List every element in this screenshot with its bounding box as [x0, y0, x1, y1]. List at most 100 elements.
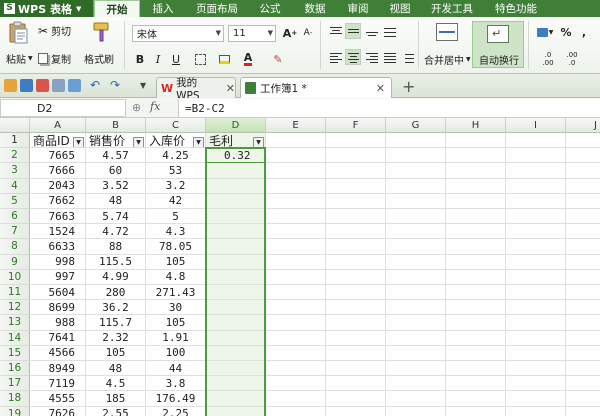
- column-header-i[interactable]: I: [506, 118, 566, 133]
- table-cell[interactable]: 4.25: [146, 148, 206, 164]
- empty-cell[interactable]: [446, 209, 506, 225]
- paste-icon[interactable]: [6, 21, 30, 45]
- table-cell[interactable]: 78.05: [146, 239, 206, 255]
- empty-cell[interactable]: [386, 254, 446, 270]
- filter-dropdown-icon[interactable]: ▼: [133, 137, 144, 148]
- header-cell[interactable]: 商品ID ▼: [30, 133, 86, 149]
- empty-cell[interactable]: [446, 300, 506, 316]
- table-cell[interactable]: 7626: [30, 406, 86, 416]
- empty-cell[interactable]: [326, 391, 386, 407]
- table-cell[interactable]: [206, 406, 266, 416]
- empty-cell[interactable]: [326, 315, 386, 331]
- format-painter-button[interactable]: 格式刷: [84, 51, 114, 66]
- header-cell[interactable]: 销售价 ▼: [86, 133, 146, 149]
- table-cell[interactable]: 7663: [30, 209, 86, 225]
- empty-cell[interactable]: [386, 178, 446, 194]
- empty-cell[interactable]: [266, 209, 326, 225]
- redo-icon[interactable]: ↷: [110, 79, 124, 92]
- table-cell[interactable]: [206, 178, 266, 194]
- font-shrink-button[interactable]: A-: [300, 25, 316, 41]
- table-cell[interactable]: 100: [146, 345, 206, 361]
- empty-cell[interactable]: [566, 239, 600, 255]
- empty-cell[interactable]: [266, 163, 326, 179]
- tab-menu-3[interactable]: 公式: [248, 0, 292, 17]
- empty-cell[interactable]: [566, 315, 600, 331]
- align-bottom-icon[interactable]: [364, 24, 380, 40]
- empty-cell[interactable]: [446, 406, 506, 416]
- orientation-icon[interactable]: [382, 24, 398, 40]
- empty-cell[interactable]: [386, 239, 446, 255]
- empty-cell[interactable]: [266, 269, 326, 285]
- underline-button[interactable]: U: [168, 51, 184, 67]
- empty-cell[interactable]: [566, 209, 600, 225]
- empty-cell[interactable]: [566, 194, 600, 209]
- row-header[interactable]: 3: [0, 163, 30, 179]
- row-header[interactable]: 15: [0, 345, 30, 361]
- empty-cell[interactable]: [386, 163, 446, 179]
- empty-cell[interactable]: [326, 376, 386, 392]
- table-cell[interactable]: 30: [146, 300, 206, 316]
- table-cell[interactable]: 42: [146, 193, 206, 209]
- table-cell[interactable]: 2.55: [86, 406, 146, 416]
- row-header[interactable]: 8: [0, 239, 30, 255]
- empty-cell[interactable]: [566, 133, 600, 149]
- table-cell[interactable]: 8699: [30, 300, 86, 316]
- row-header[interactable]: 9: [0, 254, 30, 270]
- border-icon[interactable]: [192, 51, 208, 67]
- decrease-decimal-button[interactable]: .00 .0: [562, 49, 582, 69]
- empty-cell[interactable]: [566, 255, 600, 270]
- empty-cell[interactable]: [266, 285, 326, 301]
- table-cell[interactable]: [206, 361, 266, 377]
- filter-dropdown-icon[interactable]: ▼: [193, 137, 204, 148]
- table-cell[interactable]: 2.32: [86, 330, 146, 346]
- empty-cell[interactable]: [446, 315, 506, 331]
- table-cell[interactable]: 988: [30, 315, 86, 331]
- indent-icon[interactable]: [400, 50, 416, 66]
- empty-cell[interactable]: [386, 406, 446, 416]
- empty-cell[interactable]: [326, 285, 386, 301]
- empty-cell[interactable]: [506, 315, 566, 331]
- merge-center-button[interactable]: 合并居中 ▼: [424, 52, 471, 67]
- empty-cell[interactable]: [566, 224, 600, 240]
- formula-input[interactable]: =B2-C2: [178, 99, 600, 117]
- empty-cell[interactable]: [326, 193, 386, 209]
- align-top-icon[interactable]: [328, 24, 344, 40]
- empty-cell[interactable]: [326, 300, 386, 316]
- empty-cell[interactable]: [386, 209, 446, 225]
- empty-cell[interactable]: [506, 406, 566, 416]
- print-icon[interactable]: [52, 79, 65, 92]
- spreadsheet-grid[interactable]: A B C D E F G H I J 1 商品ID ▼ 销售价 ▼ 入库价 ▼ 毛利 ▼ 2 7665 4.57 4.25…: [0, 118, 600, 416]
- empty-cell[interactable]: [266, 406, 326, 416]
- table-cell[interactable]: 2043: [30, 178, 86, 194]
- empty-cell[interactable]: [506, 193, 566, 209]
- fx-icon[interactable]: fx: [150, 100, 160, 113]
- align-left-icon[interactable]: [328, 50, 344, 66]
- empty-cell[interactable]: [446, 269, 506, 285]
- italic-button[interactable]: I: [150, 51, 166, 67]
- empty-cell[interactable]: [386, 133, 446, 149]
- font-color-icon[interactable]: A: [240, 51, 256, 67]
- close-icon[interactable]: ✕: [226, 82, 235, 95]
- header-cell[interactable]: 入库价 ▼: [146, 133, 206, 149]
- empty-cell[interactable]: [326, 163, 386, 179]
- format-painter-icon[interactable]: [90, 21, 112, 43]
- table-cell[interactable]: [206, 315, 266, 331]
- empty-cell[interactable]: [566, 361, 600, 377]
- table-cell[interactable]: [206, 391, 266, 407]
- table-cell[interactable]: 1524: [30, 224, 86, 240]
- increase-decimal-button[interactable]: .0 .00: [538, 49, 558, 69]
- table-cell[interactable]: 4.57: [86, 148, 146, 164]
- empty-cell[interactable]: [566, 407, 600, 416]
- header-cell[interactable]: 毛利 ▼: [206, 133, 266, 149]
- table-cell[interactable]: 48: [86, 193, 146, 209]
- save-icon[interactable]: [20, 79, 33, 92]
- empty-cell[interactable]: [446, 178, 506, 194]
- filter-dropdown-icon[interactable]: ▼: [73, 137, 84, 148]
- empty-cell[interactable]: [326, 406, 386, 416]
- table-cell[interactable]: 5: [146, 209, 206, 225]
- empty-cell[interactable]: [506, 376, 566, 392]
- empty-cell[interactable]: [266, 315, 326, 331]
- empty-cell[interactable]: [386, 345, 446, 361]
- name-box[interactable]: D2: [0, 99, 126, 117]
- column-header-a[interactable]: A: [30, 118, 86, 133]
